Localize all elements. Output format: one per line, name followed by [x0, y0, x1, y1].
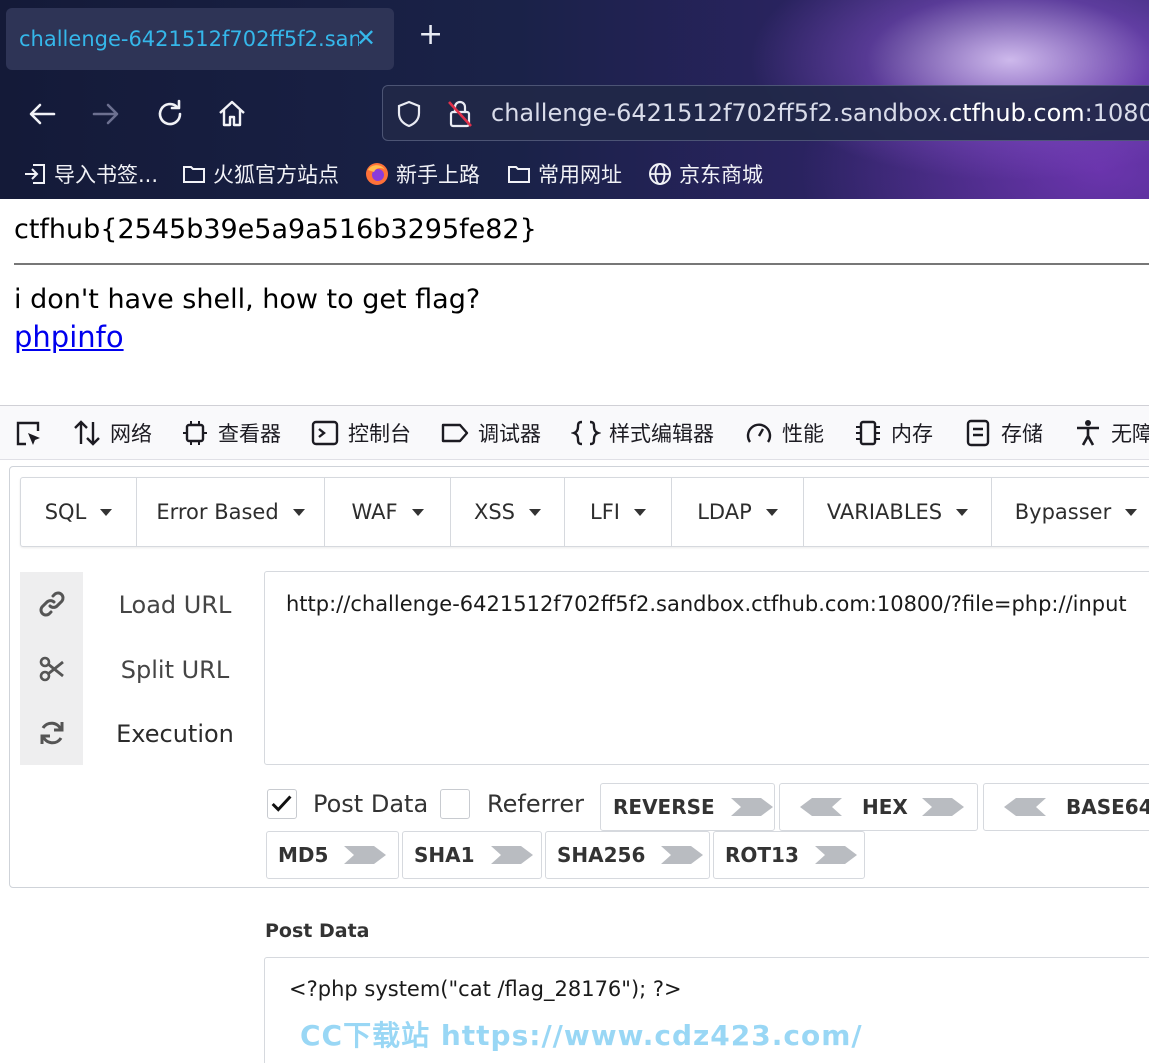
caret-down-icon — [529, 508, 542, 516]
caret-down-icon — [1125, 508, 1138, 516]
load-url-button[interactable]: Load URL — [95, 591, 255, 619]
globe-icon — [649, 163, 671, 185]
menu-waf[interactable]: WAF — [325, 478, 451, 546]
md5-button[interactable]: MD5 — [266, 831, 399, 879]
tab-storage[interactable]: 存储 — [963, 416, 1043, 450]
post-data-checkbox[interactable] — [267, 789, 297, 819]
back-arrow-icon[interactable] — [24, 96, 60, 132]
memory-icon — [856, 420, 880, 446]
tab-performance[interactable]: 性能 — [744, 416, 824, 450]
tab-accessibility[interactable]: 无障 — [1073, 416, 1149, 450]
url-textarea[interactable]: http://challenge-6421512f702ff5f2.sandbo… — [264, 571, 1149, 765]
reload-icon[interactable] — [152, 96, 188, 132]
hex-button[interactable]: HEX — [779, 783, 978, 831]
new-tab-button[interactable]: + — [418, 20, 443, 50]
caret-down-icon — [633, 508, 646, 516]
arrow-left-icon — [798, 795, 844, 819]
inspector-icon — [183, 421, 207, 445]
phpinfo-link[interactable]: phpinfo — [14, 320, 124, 354]
tab-memory[interactable]: 内存 — [853, 416, 933, 450]
caret-down-icon — [100, 508, 113, 516]
arrow-right-icon — [729, 795, 775, 819]
import-icon — [25, 164, 45, 184]
arrow-right-icon — [342, 843, 388, 867]
menu-lfi[interactable]: LFI — [565, 478, 672, 546]
hackbar-menubar: SQL Error Based WAF XSS LFI LDAP VARIABL… — [20, 477, 1149, 547]
arrow-right-icon — [489, 843, 535, 867]
referrer-label[interactable]: Referrer — [487, 790, 584, 818]
arrow-right-icon — [659, 843, 705, 867]
address-bar[interactable]: challenge-6421512f702ff5f2.sandbox.ctfhu… — [382, 85, 1149, 141]
rot13-button[interactable]: ROT13 — [713, 831, 865, 879]
caret-down-icon — [956, 508, 969, 516]
shield-icon[interactable] — [395, 99, 423, 129]
debugger-icon — [441, 423, 469, 443]
firefox-logo-icon — [366, 163, 388, 185]
reverse-button[interactable]: REVERSE — [600, 783, 775, 831]
menu-xss[interactable]: XSS — [451, 478, 565, 546]
split-url-button[interactable]: Split URL — [95, 656, 255, 684]
accessibility-icon — [1077, 420, 1099, 446]
bookmark-common-sites[interactable]: 常用网址 — [506, 158, 622, 190]
bookmark-firefox-official[interactable]: 火狐官方站点 — [181, 158, 339, 190]
arrow-right-icon — [920, 795, 966, 819]
page-heading: i don't have shell, how to get flag? — [14, 284, 481, 315]
menu-error-based[interactable]: Error Based — [137, 478, 325, 546]
tab-debugger[interactable]: 调试器 — [440, 416, 541, 450]
watermark: CC下载站 https://www.cdz423.com/ — [300, 1019, 863, 1052]
tab-console[interactable]: 控制台 — [310, 416, 411, 450]
bookmark-jd[interactable]: 京东商城 — [647, 158, 763, 190]
flag-text: ctfhub{2545b39e5a9a516b3295fe82} — [14, 214, 537, 245]
menu-ldap[interactable]: LDAP — [672, 478, 804, 546]
sha1-button[interactable]: SHA1 — [402, 831, 542, 879]
caret-down-icon — [411, 508, 424, 516]
checkmark-icon — [271, 795, 292, 812]
post-data-value: <?php system("cat /flag_28176"); ?> — [289, 977, 682, 1001]
tab-title: challenge-6421512f702ff5f2.sandbox.ctfhu… — [19, 27, 359, 51]
arrow-left-icon — [1002, 795, 1048, 819]
base64-button[interactable]: BASE64 — [983, 783, 1149, 831]
devtools-toolbar: 网络 查看器 控制台 调试器 样式编辑器 性能 内存 存储 无障 — [0, 405, 1149, 460]
element-picker-icon[interactable] — [13, 416, 43, 450]
horizontal-rule — [14, 263, 1149, 265]
gauge-icon — [746, 423, 772, 443]
braces-icon — [571, 420, 601, 446]
browser-tab-active[interactable]: challenge-6421512f702ff5f2.sandbox.ctfhu… — [6, 8, 394, 70]
close-tab-icon[interactable]: ✕ — [356, 24, 376, 52]
scissors-icon[interactable] — [37, 654, 67, 684]
folder-icon — [183, 166, 205, 183]
folder-icon — [508, 166, 530, 183]
hackbar-panel: SQL Error Based WAF XSS LFI LDAP VARIABL… — [9, 466, 1149, 888]
caret-down-icon — [765, 508, 778, 516]
refresh-icon[interactable] — [37, 718, 67, 748]
network-icon — [74, 420, 100, 446]
link-icon[interactable] — [37, 589, 67, 619]
url-text[interactable]: challenge-6421512f702ff5f2.sandbox.ctfhu… — [491, 99, 1149, 127]
post-data-heading: Post Data — [265, 920, 370, 942]
tab-network[interactable]: 网络 — [72, 416, 152, 450]
sha256-button[interactable]: SHA256 — [545, 831, 710, 879]
console-icon — [311, 420, 339, 446]
execute-button[interactable]: Execution — [95, 720, 255, 748]
tab-style-editor[interactable]: 样式编辑器 — [571, 416, 714, 450]
browser-chrome: challenge-6421512f702ff5f2.sandbox.ctfhu… — [0, 0, 1149, 199]
menu-variables[interactable]: VARIABLES — [804, 478, 992, 546]
menu-sql[interactable]: SQL — [21, 478, 137, 546]
storage-icon — [966, 419, 990, 447]
arrow-right-icon — [813, 843, 859, 867]
insecure-lock-icon[interactable] — [445, 98, 475, 130]
referrer-checkbox[interactable] — [440, 789, 470, 819]
post-data-label[interactable]: Post Data — [313, 790, 428, 818]
caret-down-icon — [292, 508, 305, 516]
bookmark-import[interactable]: 导入书签... — [22, 158, 158, 190]
url-value: http://challenge-6421512f702ff5f2.sandbo… — [286, 592, 1127, 616]
menu-bypasser[interactable]: Bypasser — [992, 478, 1149, 546]
home-icon[interactable] — [214, 96, 250, 132]
bookmark-getting-started[interactable]: 新手上路 — [364, 158, 480, 190]
hackbar-action-sidebar — [20, 572, 83, 765]
tab-inspector[interactable]: 查看器 — [180, 416, 281, 450]
forward-arrow-icon[interactable] — [88, 96, 124, 132]
